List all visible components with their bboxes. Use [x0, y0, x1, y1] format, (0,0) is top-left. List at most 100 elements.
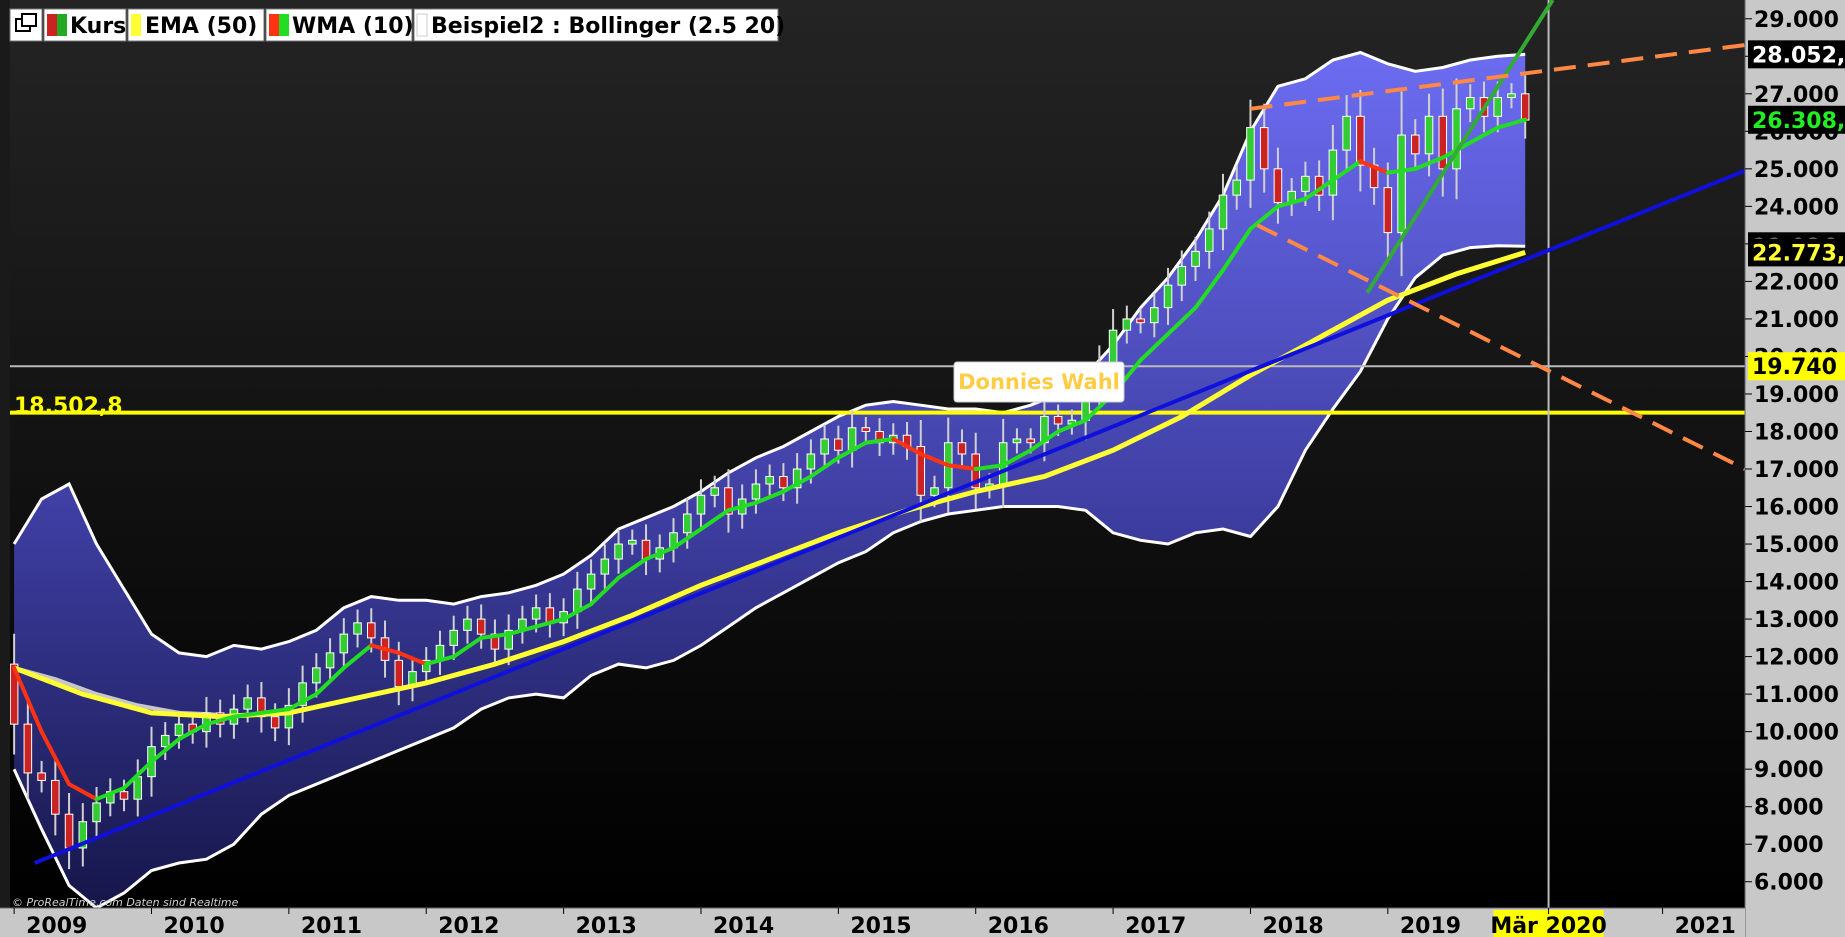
y-tick-label: 8.000: [1754, 796, 1824, 821]
y-tick-label: 14.000: [1754, 571, 1839, 596]
candle-body: [1109, 330, 1117, 364]
candle-body: [65, 814, 73, 848]
candle-body: [780, 477, 788, 488]
x-tick-label: 2021: [1675, 914, 1736, 937]
candle-body: [24, 724, 32, 773]
candle-body: [1205, 229, 1213, 252]
price-tag: 22.773,: [1748, 238, 1845, 266]
candle-body: [683, 514, 691, 533]
price-tag-label: 22.773,: [1752, 241, 1845, 266]
candle-body: [161, 735, 169, 746]
candle-body: [532, 608, 540, 619]
candle-body: [1233, 180, 1241, 195]
candle-body: [1425, 116, 1433, 154]
candle-body: [1013, 439, 1021, 443]
candle-body: [120, 792, 128, 800]
candle-body: [1302, 176, 1310, 191]
candle-body: [395, 660, 403, 686]
y-tick-label: 12.000: [1754, 646, 1839, 671]
y-tick-label: 11.000: [1754, 683, 1839, 708]
candle-body: [1151, 308, 1159, 323]
candle-body: [313, 668, 321, 683]
candle-body: [1398, 135, 1406, 233]
kurs-down-swatch: [47, 14, 57, 36]
candle-body: [464, 619, 472, 630]
candle-body: [1027, 439, 1035, 443]
x-tick-label: 2018: [1262, 914, 1323, 937]
candle-body: [931, 488, 939, 496]
y-tick-label: 24.000: [1754, 195, 1839, 220]
y-tick-label: 6.000: [1754, 871, 1824, 896]
price-tag-label: 19.740: [1752, 355, 1837, 380]
y-tick-label: 17.000: [1754, 458, 1839, 483]
candle-body: [368, 623, 376, 638]
y-tick-label: 7.000: [1754, 833, 1824, 858]
candle-body: [1521, 94, 1529, 120]
price-tag: 28.052,: [1748, 40, 1845, 68]
candle-body: [766, 477, 774, 485]
candle-body: [1384, 188, 1392, 233]
candle-body: [1343, 116, 1351, 150]
candle-body: [1494, 98, 1502, 117]
candle-body: [807, 454, 815, 469]
wma-up-swatch: [279, 14, 289, 36]
candle-body: [1439, 116, 1447, 169]
price-tag-label: 28.052,: [1752, 43, 1845, 68]
annotation-box[interactable]: Donnies Wahl: [954, 362, 1124, 402]
price-chart: 18.502,8 Donnies Wahl Kurs EMA (50) WMA …: [0, 0, 1845, 937]
y-tick-label: 9.000: [1754, 758, 1824, 783]
candle-body: [271, 717, 279, 728]
x-tick-label: 2017: [1125, 914, 1186, 937]
chart-window: 18.502,8 Donnies Wahl Kurs EMA (50) WMA …: [0, 0, 1845, 937]
candle-body: [1164, 285, 1172, 308]
y-tick-label: 13.000: [1754, 608, 1839, 633]
price-tag: 26.308,: [1748, 106, 1845, 134]
x-tick-label: 2013: [576, 914, 637, 937]
candle-body: [354, 623, 362, 634]
candle-body: [477, 619, 485, 634]
x-tick-label: 2010: [163, 914, 224, 937]
candle-body: [450, 630, 458, 645]
legend-ema-label: EMA (50): [145, 14, 257, 39]
y-tick-label: 25.000: [1754, 158, 1839, 183]
candle-body: [1178, 266, 1186, 285]
y-tick-label: 10.000: [1754, 721, 1839, 746]
candle-body: [711, 488, 719, 496]
candle-body: [1466, 98, 1474, 109]
x-tick-label: 2009: [26, 914, 87, 937]
x-tick-label: Mär 2020: [1490, 914, 1606, 937]
x-tick-label: 2015: [850, 914, 911, 937]
candle-body: [615, 544, 623, 559]
candle-body: [752, 484, 760, 499]
x-tick-label: 2014: [713, 914, 774, 937]
candle-body: [1274, 169, 1282, 203]
x-tick-label: 2011: [301, 914, 362, 937]
data-credit: © ProRealTime.com Daten sind Realtime: [12, 896, 239, 909]
price-tag: 19.740: [1748, 352, 1845, 380]
legend-wma-label: WMA (10): [292, 14, 414, 39]
x-tick-label: 2019: [1400, 914, 1461, 937]
candle-body: [1192, 251, 1200, 266]
ema-swatch: [131, 14, 141, 36]
candle-body: [835, 439, 843, 450]
horizontal-line-label: 18.502,8: [14, 394, 123, 419]
candle-body: [1508, 94, 1516, 98]
bollinger-swatch: [417, 14, 427, 36]
y-tick-label: 27.000: [1754, 83, 1839, 108]
y-tick-label: 16.000: [1754, 496, 1839, 521]
y-tick-label: 18.000: [1754, 420, 1839, 445]
price-tag-label: 26.308,: [1752, 109, 1845, 134]
candle-body: [93, 803, 101, 822]
candle-body: [1260, 128, 1268, 169]
annotation-text: Donnies Wahl: [958, 370, 1120, 394]
candle-body: [244, 698, 252, 709]
y-tick-label: 22.000: [1754, 270, 1839, 295]
candle-body: [340, 634, 348, 653]
wma-down-swatch: [269, 14, 279, 36]
candle-body: [1054, 416, 1062, 424]
x-tick-label: 2016: [988, 914, 1049, 937]
candle-body: [862, 428, 870, 432]
candle-body: [1123, 319, 1131, 330]
candle-body: [38, 773, 46, 781]
candle-body: [1219, 195, 1227, 229]
